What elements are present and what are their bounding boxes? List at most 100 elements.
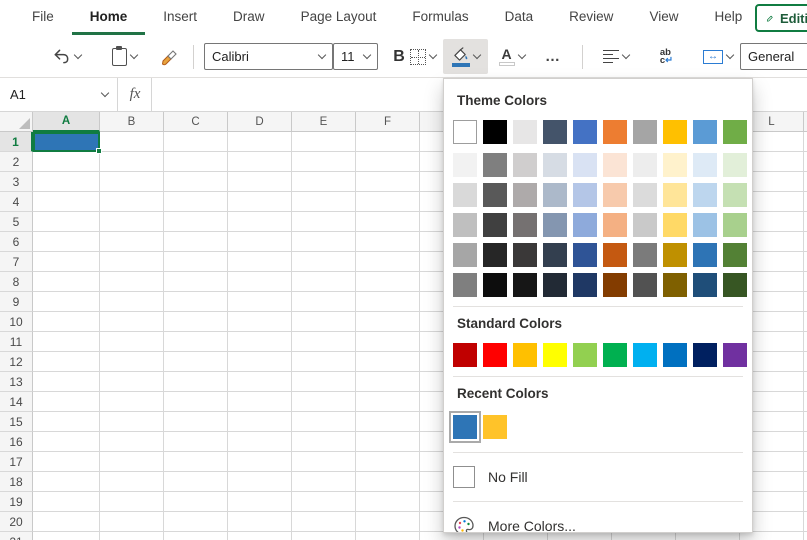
cell-B18[interactable] — [100, 472, 164, 492]
font-size-combo[interactable]: 11 — [333, 43, 378, 70]
row-header-5[interactable]: 5 — [0, 212, 33, 232]
color-swatch[interactable] — [663, 343, 687, 367]
cell-E21[interactable] — [292, 532, 356, 540]
cell-E4[interactable] — [292, 192, 356, 212]
color-swatch[interactable] — [693, 243, 717, 267]
cell-J21[interactable] — [612, 532, 676, 540]
cell-D8[interactable] — [228, 272, 292, 292]
select-all-corner[interactable] — [0, 112, 33, 132]
number-format-combo[interactable]: General — [740, 43, 807, 70]
cell-F12[interactable] — [356, 352, 420, 372]
cell-C15[interactable] — [164, 412, 228, 432]
color-swatch[interactable] — [453, 243, 477, 267]
column-header-D[interactable]: D — [228, 112, 292, 132]
cell-K21[interactable] — [676, 532, 740, 540]
menu-tab-formulas[interactable]: Formulas — [394, 0, 486, 35]
cell-A9[interactable] — [33, 292, 100, 312]
cell-E9[interactable] — [292, 292, 356, 312]
cell-D13[interactable] — [228, 372, 292, 392]
cell-B12[interactable] — [100, 352, 164, 372]
color-swatch[interactable] — [603, 213, 627, 237]
cell-A15[interactable] — [33, 412, 100, 432]
cell-B5[interactable] — [100, 212, 164, 232]
cell-B13[interactable] — [100, 372, 164, 392]
color-swatch[interactable] — [573, 243, 597, 267]
row-header-4[interactable]: 4 — [0, 192, 33, 212]
color-swatch[interactable] — [483, 153, 507, 177]
cell-C4[interactable] — [164, 192, 228, 212]
color-swatch[interactable] — [663, 153, 687, 177]
cell-B16[interactable] — [100, 432, 164, 452]
cell-E11[interactable] — [292, 332, 356, 352]
cell-E17[interactable] — [292, 452, 356, 472]
cell-E8[interactable] — [292, 272, 356, 292]
cell-C14[interactable] — [164, 392, 228, 412]
cell-F7[interactable] — [356, 252, 420, 272]
color-swatch[interactable] — [453, 343, 477, 367]
color-swatch[interactable] — [693, 273, 717, 297]
cell-D21[interactable] — [228, 532, 292, 540]
color-swatch[interactable] — [723, 120, 747, 144]
color-swatch[interactable] — [453, 183, 477, 207]
cell-C1[interactable] — [164, 132, 228, 152]
menu-tab-view[interactable]: View — [631, 0, 696, 35]
font-name-combo[interactable]: Calibri — [204, 43, 333, 70]
column-header-B[interactable]: B — [100, 112, 164, 132]
color-swatch[interactable] — [543, 343, 567, 367]
color-swatch[interactable] — [693, 343, 717, 367]
column-header-C[interactable]: C — [164, 112, 228, 132]
row-header-17[interactable]: 17 — [0, 452, 33, 472]
cell-F8[interactable] — [356, 272, 420, 292]
cell-A11[interactable] — [33, 332, 100, 352]
editing-mode-button[interactable]: Editing — [755, 4, 807, 32]
cell-D7[interactable] — [228, 252, 292, 272]
cell-D16[interactable] — [228, 432, 292, 452]
cell-E6[interactable] — [292, 232, 356, 252]
color-swatch[interactable] — [723, 213, 747, 237]
color-swatch[interactable] — [723, 153, 747, 177]
color-swatch[interactable] — [543, 273, 567, 297]
cell-D3[interactable] — [228, 172, 292, 192]
cell-F16[interactable] — [356, 432, 420, 452]
color-swatch[interactable] — [573, 153, 597, 177]
color-swatch[interactable] — [603, 243, 627, 267]
alignment-button[interactable] — [594, 39, 637, 74]
row-header-10[interactable]: 10 — [0, 312, 33, 332]
color-swatch[interactable] — [663, 273, 687, 297]
cell-E20[interactable] — [292, 512, 356, 532]
color-swatch[interactable] — [633, 213, 657, 237]
cell-E3[interactable] — [292, 172, 356, 192]
color-swatch[interactable] — [633, 273, 657, 297]
color-swatch[interactable] — [723, 183, 747, 207]
row-header-11[interactable]: 11 — [0, 332, 33, 352]
cell-A7[interactable] — [33, 252, 100, 272]
cell-D11[interactable] — [228, 332, 292, 352]
color-swatch[interactable] — [573, 343, 597, 367]
color-swatch[interactable] — [513, 213, 537, 237]
cell-C16[interactable] — [164, 432, 228, 452]
row-header-3[interactable]: 3 — [0, 172, 33, 192]
color-swatch[interactable] — [483, 243, 507, 267]
cell-C20[interactable] — [164, 512, 228, 532]
color-swatch[interactable] — [693, 120, 717, 144]
cell-A20[interactable] — [33, 512, 100, 532]
cell-F14[interactable] — [356, 392, 420, 412]
cell-E15[interactable] — [292, 412, 356, 432]
menu-tab-home[interactable]: Home — [72, 0, 146, 35]
row-header-1[interactable]: 1 — [0, 132, 33, 152]
cell-F6[interactable] — [356, 232, 420, 252]
cell-A12[interactable] — [33, 352, 100, 372]
cell-C2[interactable] — [164, 152, 228, 172]
color-swatch[interactable] — [483, 183, 507, 207]
cell-C9[interactable] — [164, 292, 228, 312]
color-swatch[interactable] — [453, 153, 477, 177]
color-swatch[interactable] — [663, 120, 687, 144]
undo-button[interactable] — [40, 39, 92, 74]
cell-B9[interactable] — [100, 292, 164, 312]
cell-L21[interactable] — [740, 532, 804, 540]
wrap-text-button[interactable]: ab c↵ — [650, 39, 683, 74]
name-box[interactable]: A1 — [0, 78, 118, 111]
font-color-button[interactable]: A — [492, 39, 531, 74]
menu-tab-data[interactable]: Data — [487, 0, 552, 35]
cell-E18[interactable] — [292, 472, 356, 492]
